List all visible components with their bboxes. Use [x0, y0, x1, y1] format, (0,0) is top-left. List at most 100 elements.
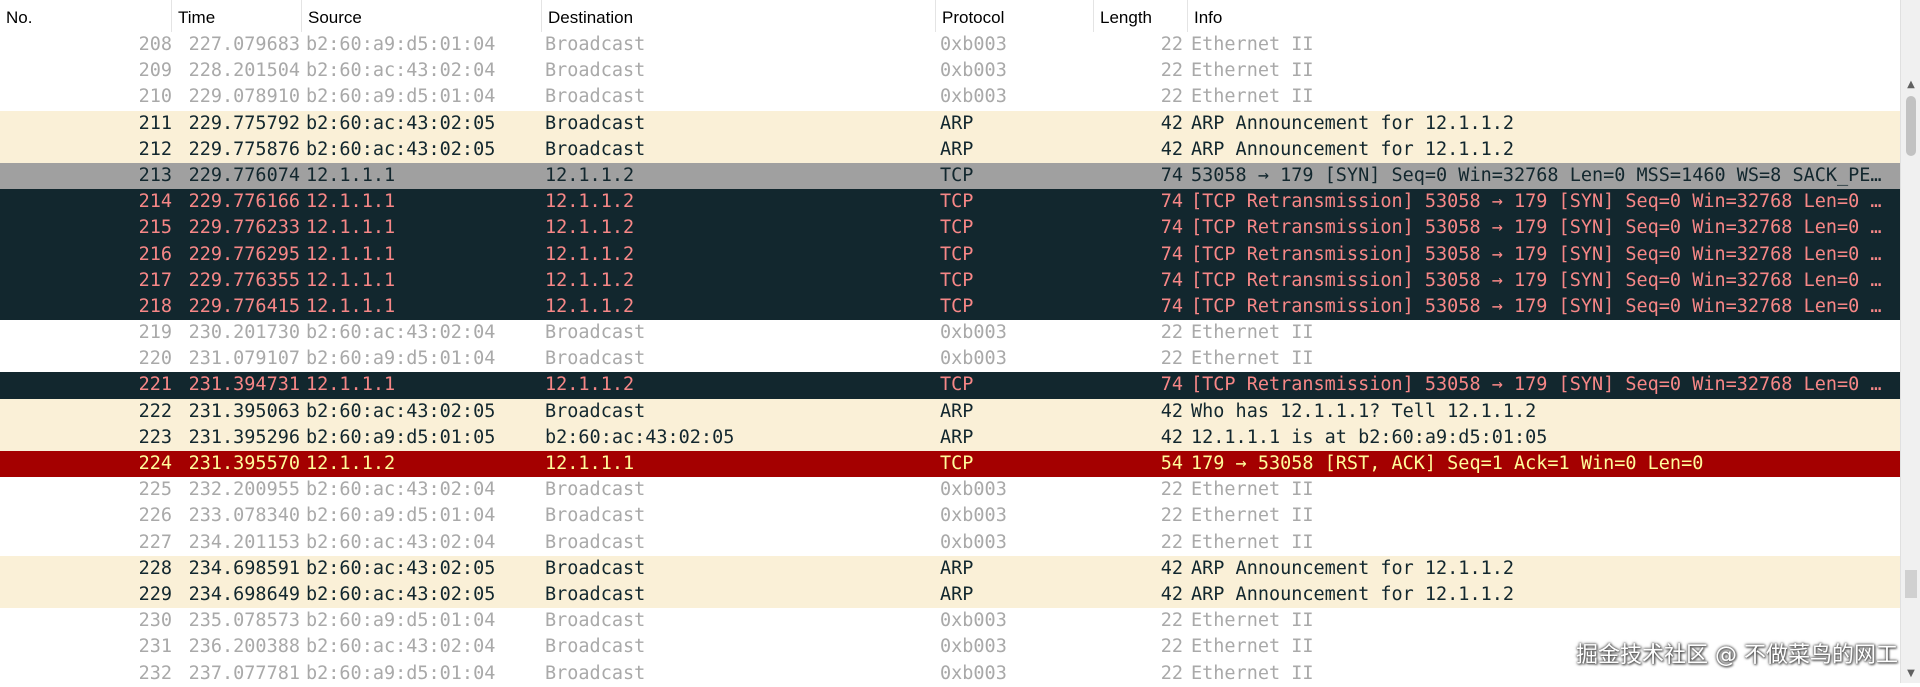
packet-length: 74 — [1160, 217, 1183, 239]
packet-time: 231.079107 — [188, 348, 300, 370]
packet-info: Ethernet II — [1191, 34, 1314, 55]
table-row[interactable]: 221 231.394731 12.1.1.1 12.1.1.2 TCP 74 [TCP R… — [0, 372, 1900, 399]
packet-time: 229.776295 — [188, 243, 300, 265]
packet-source: 12.1.1.1 — [306, 191, 396, 213]
packet-destination: 12.1.1.2 — [545, 269, 635, 291]
packet-info: Ethernet II — [1191, 322, 1314, 344]
packet-destination: Broadcast — [545, 138, 646, 160]
packet-no: 222 — [138, 400, 172, 422]
table-row[interactable]: 209 228.201504 b2:60:ac:43:02:04 Broadcast 0… — [0, 58, 1900, 85]
column-header-no[interactable]: No. — [0, 0, 172, 36]
packet-time: 229.776355 — [188, 269, 300, 291]
packet-length: 22 — [1160, 636, 1183, 658]
packet-no: 211 — [138, 112, 172, 134]
packet-no: 212 — [138, 138, 172, 160]
table-row[interactable]: 218 229.776415 12.1.1.1 12.1.1.2 TCP 74 [TCP R… — [0, 293, 1900, 321]
packet-destination: Broadcast — [545, 479, 646, 501]
packet-length: 74 — [1160, 191, 1183, 213]
column-header-protocol[interactable]: Protocol — [936, 0, 1094, 36]
packet-time: 228.201504 — [188, 60, 300, 82]
packet-source: b2:60:ac:43:02:05 — [306, 138, 496, 160]
packet-no: 225 — [138, 479, 172, 501]
packet-destination: 12.1.1.2 — [545, 243, 635, 265]
packet-source: 12.1.1.2 — [306, 453, 396, 474]
packet-source: b2:60:a9:d5:01:05 — [306, 426, 496, 448]
packet-length: 74 — [1160, 374, 1183, 396]
packet-protocol: 0xb003 — [940, 531, 1007, 553]
packet-info: [TCP Retransmission] 53058 → 179 [SYN] S… — [1191, 269, 1885, 291]
packet-length: 42 — [1160, 557, 1183, 579]
packet-protocol: ARP — [940, 583, 974, 605]
vertical-scrollbar[interactable]: ▲ ▼ — [1900, 0, 1920, 683]
table-row[interactable]: 225 232.200955 b2:60:ac:43:02:04 Broadcast 0… — [0, 477, 1900, 504]
packet-length: 22 — [1160, 505, 1183, 527]
column-header-destination[interactable]: Destination — [542, 0, 936, 36]
chevron-up-icon[interactable]: ▲ — [1901, 76, 1920, 94]
table-row[interactable]: 224 231.395570 12.1.1.2 12.1.1.1 TCP 54 179 → … — [0, 451, 1900, 478]
packet-length: 22 — [1160, 531, 1183, 553]
packet-info: 53058 → 179 [SYN] Seq=0 Win=32768 Len=0 … — [1191, 164, 1885, 186]
table-row[interactable]: 219 230.201730 b2:60:ac:43:02:04 Broadcast 0… — [0, 320, 1900, 347]
packet-protocol: 0xb003 — [940, 34, 1007, 55]
column-header-length[interactable]: Length — [1094, 0, 1188, 36]
packet-source: 12.1.1.1 — [306, 217, 396, 239]
packet-length: 42 — [1160, 426, 1183, 448]
packet-protocol: 0xb003 — [940, 60, 1007, 82]
packet-info: 179 → 53058 [RST, ACK] Seq=1 Ack=1 Win=0… — [1191, 453, 1704, 474]
packet-time: 234.201153 — [188, 531, 300, 553]
packet-time: 231.395570 — [188, 453, 300, 474]
column-header-time[interactable]: Time — [172, 0, 302, 36]
packet-destination: Broadcast — [545, 112, 646, 134]
packet-info: [TCP Retransmission] 53058 → 179 [SYN] S… — [1191, 243, 1885, 265]
table-row[interactable]: 228 234.698591 b2:60:ac:43:02:05 Broadcast A… — [0, 555, 1900, 582]
packet-info: Ethernet II — [1191, 60, 1314, 82]
packet-protocol: TCP — [940, 217, 974, 239]
packet-no: 229 — [138, 583, 172, 605]
packet-time: 230.201730 — [188, 322, 300, 344]
packet-length: 54 — [1160, 453, 1183, 474]
table-row[interactable]: 208 227.079683 b2:60:a9:d5:01:04 Broadcast 0… — [0, 32, 1900, 59]
packet-length: 22 — [1160, 60, 1183, 82]
packet-protocol: 0xb003 — [940, 322, 1007, 344]
column-header-source[interactable]: Source — [302, 0, 542, 36]
table-row[interactable]: 214 229.776166 12.1.1.1 12.1.1.2 TCP 74 [TCP R… — [0, 189, 1900, 216]
scrollbar-marker — [1905, 570, 1917, 598]
table-row[interactable]: 212 229.775876 b2:60:ac:43:02:05 Broadcast A… — [0, 136, 1900, 163]
packet-time: 229.776415 — [188, 295, 300, 317]
packet-protocol: TCP — [940, 295, 974, 317]
table-row[interactable]: 211 229.775792 b2:60:ac:43:02:05 Broadcast A… — [0, 110, 1900, 137]
packet-no: 221 — [138, 374, 172, 396]
table-row[interactable]: 226 233.078340 b2:60:a9:d5:01:04 Broadcast 0… — [0, 503, 1900, 530]
packet-protocol: TCP — [940, 191, 974, 213]
packet-source: b2:60:ac:43:02:04 — [306, 60, 496, 82]
packet-destination: Broadcast — [545, 322, 646, 344]
packet-protocol: 0xb003 — [940, 636, 1007, 658]
packet-protocol: 0xb003 — [940, 86, 1007, 108]
chevron-down-icon[interactable]: ▼ — [1901, 665, 1920, 683]
packet-source: 12.1.1.1 — [306, 295, 396, 317]
packet-info: Ethernet II — [1191, 348, 1314, 370]
table-row[interactable]: 215 229.776233 12.1.1.1 12.1.1.2 TCP 74 [TCP R… — [0, 215, 1900, 242]
table-row[interactable]: 227 234.201153 b2:60:ac:43:02:04 Broadcast 0… — [0, 529, 1900, 556]
table-row[interactable]: 230 235.078573 b2:60:a9:d5:01:04 Broadcast 0… — [0, 608, 1900, 635]
table-row[interactable]: 222 231.395063 b2:60:ac:43:02:05 Broadcast A… — [0, 398, 1900, 425]
packet-info: Ethernet II — [1191, 505, 1314, 527]
packet-no: 208 — [138, 34, 172, 55]
packet-length: 74 — [1160, 295, 1183, 317]
table-row[interactable]: 213 229.776074 12.1.1.1 12.1.1.2 TCP 74 53058 … — [0, 162, 1900, 190]
packet-destination: b2:60:ac:43:02:05 — [545, 426, 735, 448]
packet-length: 42 — [1160, 583, 1183, 605]
column-header-info[interactable]: Info — [1188, 0, 1900, 36]
table-row[interactable]: 223 231.395296 b2:60:a9:d5:01:05 b2:60:ac:4… — [0, 424, 1900, 451]
packet-no: 214 — [138, 191, 172, 213]
table-row[interactable]: 220 231.079107 b2:60:a9:d5:01:04 Broadcast 0… — [0, 346, 1900, 373]
packet-length: 74 — [1160, 164, 1183, 186]
scrollbar-thumb[interactable] — [1906, 96, 1916, 156]
table-row[interactable]: 229 234.698649 b2:60:ac:43:02:05 Broadcast A… — [0, 581, 1900, 609]
table-row[interactable]: 217 229.776355 12.1.1.1 12.1.1.2 TCP 74 [TCP R… — [0, 267, 1900, 294]
table-row[interactable]: 210 229.078910 b2:60:a9:d5:01:04 Broadcast 0… — [0, 84, 1900, 111]
table-row[interactable]: 216 229.776295 12.1.1.1 12.1.1.2 TCP 74 [TCP R… — [0, 241, 1900, 268]
packet-destination: 12.1.1.2 — [545, 191, 635, 213]
packet-source: 12.1.1.1 — [306, 243, 396, 265]
packet-protocol: ARP — [940, 138, 974, 160]
